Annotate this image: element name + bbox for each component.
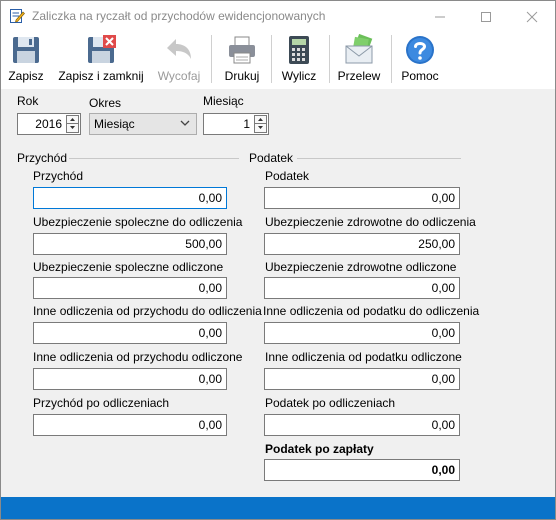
other-tax-deducted-label: Inne odliczenia od podatku odliczone xyxy=(265,350,462,364)
close-button[interactable] xyxy=(509,1,555,31)
tax-label: Podatek xyxy=(265,169,310,183)
toolbar-separator xyxy=(329,35,330,83)
save-close-button[interactable]: Zapisz i zamknij xyxy=(57,34,145,86)
maximize-icon xyxy=(481,12,491,22)
year-value: 2016 xyxy=(35,117,62,131)
transfer-button[interactable]: Przelew xyxy=(335,34,383,86)
social-deducted-label: Ubezpieczenie spoleczne odliczone xyxy=(33,260,224,274)
maximize-button[interactable] xyxy=(463,1,509,31)
undo-button[interactable]: Wycofaj xyxy=(155,34,203,86)
calculate-label: Wylicz xyxy=(281,69,317,83)
period-select[interactable]: Miesiąc xyxy=(89,113,197,135)
spin-up-icon[interactable] xyxy=(66,115,79,124)
save-button[interactable]: Zapisz xyxy=(5,34,47,86)
month-spinner[interactable]: 1 xyxy=(203,113,269,135)
health-deducted-field[interactable]: 0,00 xyxy=(264,277,460,299)
transfer-label: Przelew xyxy=(337,69,381,83)
save-close-label: Zapisz i zamknij xyxy=(58,69,144,83)
printer-icon xyxy=(229,36,255,64)
print-label: Drukuj xyxy=(224,69,260,83)
other-tax-deduct-field[interactable]: 0,00 xyxy=(264,322,460,344)
tax-due-label: Podatek po zapłaty xyxy=(265,442,374,456)
spin-up-icon[interactable] xyxy=(254,115,267,124)
spin-down-icon[interactable] xyxy=(254,124,267,133)
calculate-button[interactable]: Wylicz xyxy=(277,34,321,86)
revenue-label: Przychód xyxy=(33,169,84,183)
tax-field[interactable]: 0,00 xyxy=(264,187,460,209)
close-icon xyxy=(526,11,538,23)
year-spinner-arrows[interactable] xyxy=(66,115,79,133)
month-value: 1 xyxy=(243,117,250,131)
month-spinner-arrows[interactable] xyxy=(254,115,267,133)
help-question-icon xyxy=(406,36,434,64)
toolbar-separator xyxy=(271,35,272,83)
floppy-disk-close-icon xyxy=(88,35,116,63)
year-spinner[interactable]: 2016 xyxy=(17,113,81,135)
period-label: Okres xyxy=(89,96,122,110)
tax-after-label: Podatek po odliczeniach xyxy=(265,396,396,410)
toolbar: Zapisz Zapisz i zamknij Wycofaj Drukuj W… xyxy=(1,31,555,89)
calculator-icon xyxy=(289,36,309,64)
spin-down-icon[interactable] xyxy=(66,124,79,133)
health-deduct-field[interactable]: 250,00 xyxy=(264,233,460,255)
save-label: Zapisz xyxy=(8,69,44,83)
year-label: Rok xyxy=(17,94,39,108)
revenue-after-label: Przychód po odliczeniach xyxy=(33,396,170,410)
minimize-icon xyxy=(435,16,445,18)
social-deduct-field[interactable]: 500,00 xyxy=(33,233,227,255)
revenue-field[interactable]: 0,00 xyxy=(33,187,227,209)
toolbar-separator xyxy=(391,35,392,83)
title-bar: Zaliczka na ryczałt od przychodów ewiden… xyxy=(1,1,555,31)
print-button[interactable]: Drukuj xyxy=(219,34,265,86)
status-bar xyxy=(1,497,555,519)
group-divider xyxy=(69,158,239,159)
other-revenue-deducted-label: Inne odliczenia od przychodu odliczone xyxy=(33,350,243,364)
undo-label: Wycofaj xyxy=(157,69,201,83)
tax-group-label: Podatek xyxy=(249,151,294,165)
help-button[interactable]: Pomoc xyxy=(397,34,443,86)
social-deducted-field[interactable]: 0,00 xyxy=(33,277,227,299)
help-label: Pomoc xyxy=(401,69,439,83)
other-tax-deduct-label: Inne odliczenia od podatku do odliczenia xyxy=(263,304,480,318)
group-divider xyxy=(297,158,461,159)
other-revenue-deduct-label: Inne odliczenia od przychodu do odliczen… xyxy=(33,304,262,318)
other-revenue-deducted-field[interactable]: 0,00 xyxy=(33,368,227,390)
revenue-group-label: Przychód xyxy=(17,151,68,165)
chevron-down-icon xyxy=(180,120,190,126)
dialog-window: Zaliczka na ryczałt od przychodów ewiden… xyxy=(0,0,556,520)
health-deduct-label: Ubezpieczenie zdrowotne do odliczenia xyxy=(265,215,476,229)
other-tax-deducted-field[interactable]: 0,00 xyxy=(264,368,460,390)
undo-arrow-icon xyxy=(167,39,191,59)
tax-due-field[interactable]: 0,00 xyxy=(264,459,460,481)
other-revenue-deduct-field[interactable]: 0,00 xyxy=(33,322,227,344)
period-value: Miesiąc xyxy=(94,117,135,131)
minimize-button[interactable] xyxy=(417,1,463,31)
revenue-after-field[interactable]: 0,00 xyxy=(33,414,227,436)
health-deducted-label: Ubezpieczenie zdrowotne odliczone xyxy=(265,260,457,274)
toolbar-separator xyxy=(211,35,212,83)
month-label: Miesiąc xyxy=(203,94,244,108)
window-title: Zaliczka na ryczałt od przychodów ewiden… xyxy=(32,9,326,23)
social-deduct-label: Ubezpieczenie spoleczne do odliczenia xyxy=(33,215,243,229)
document-edit-icon xyxy=(10,9,25,23)
floppy-disk-icon xyxy=(13,37,39,63)
tax-after-field[interactable]: 0,00 xyxy=(264,414,460,436)
envelope-money-icon xyxy=(345,34,373,64)
